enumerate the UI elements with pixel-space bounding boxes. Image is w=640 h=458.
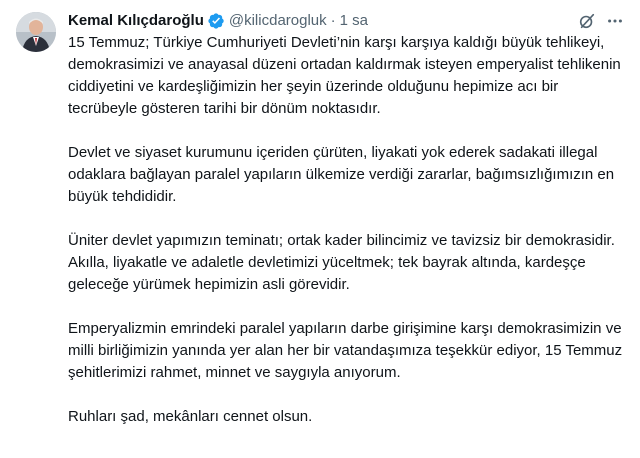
tweet-paragraph: Devlet ve siyaset kurumunu içeriden çürü…	[68, 144, 615, 205]
tweet-paragraph: Ruhları şad, mekânları cennet olsun.	[68, 408, 313, 425]
tweet-header: Kemal Kılıçdaroğlu @kilicdarogluk · 1 sa	[68, 10, 624, 32]
tweet-timestamp[interactable]: 1 sa	[340, 10, 368, 32]
author-name[interactable]: Kemal Kılıçdaroğlu	[68, 10, 204, 32]
avatar-image	[16, 12, 56, 52]
tweet-paragraph: Emperyalizmin emrindeki paralel yapıları…	[68, 320, 623, 381]
more-options-icon[interactable]	[604, 10, 626, 32]
tweet-content: Kemal Kılıçdaroğlu @kilicdarogluk · 1 sa…	[68, 10, 624, 458]
grok-icon[interactable]	[576, 10, 598, 32]
verified-badge-icon[interactable]	[207, 12, 225, 30]
author-handle[interactable]: @kilicdarogluk	[229, 10, 327, 32]
tweet-paragraph: Üniter devlet yapımızın teminatı; ortak …	[68, 232, 615, 293]
tweet: Kemal Kılıçdaroğlu @kilicdarogluk · 1 sa…	[0, 0, 640, 458]
tweet-text: 15 Temmuz; Türkiye Cumhuriyeti Devleti’n…	[68, 32, 630, 428]
separator-dot: ·	[330, 12, 336, 29]
tweet-paragraph: 15 Temmuz; Türkiye Cumhuriyeti Devleti’n…	[68, 34, 621, 117]
tweet-header-actions	[570, 10, 626, 32]
avatar[interactable]	[16, 12, 56, 52]
